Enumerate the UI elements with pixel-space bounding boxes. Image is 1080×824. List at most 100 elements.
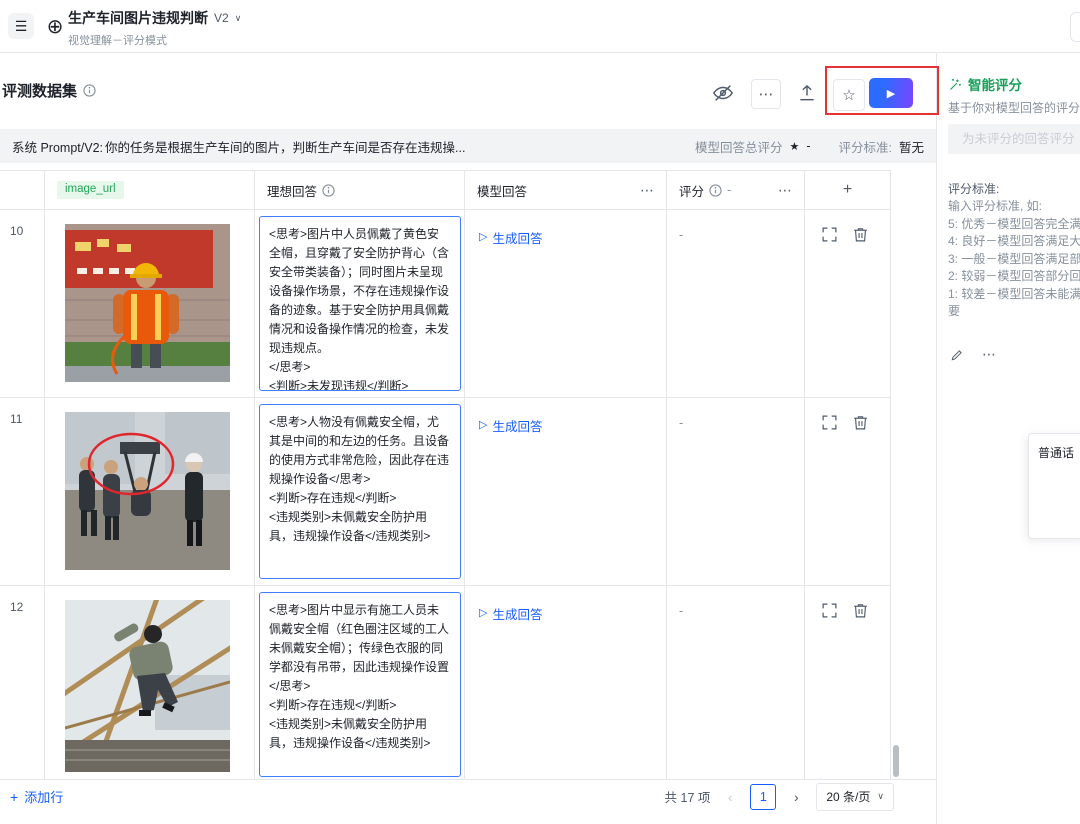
generate-answer-label: 生成回答 (492, 416, 542, 435)
chevron-down-icon: ∨ (877, 791, 884, 802)
hamburger-icon: ☰ (15, 18, 28, 35)
chevron-left-icon: ‹ (728, 789, 733, 805)
score-column-more-button[interactable]: ⋯ (778, 182, 792, 199)
row-index: 10 (0, 210, 44, 238)
system-prompt-text: 你的任务是根据生产车间的图片，判断生产车间是否存在违规操... (105, 137, 465, 156)
language-option[interactable]: 普通话 ∨ (1029, 434, 1080, 461)
table-scrollbar[interactable] (893, 209, 899, 779)
criteria-title: 评分标准: (948, 180, 999, 197)
dataset-more-button[interactable]: ⋯ (751, 79, 781, 109)
expand-icon (821, 602, 838, 619)
model-header-label: 模型回答 (477, 181, 527, 200)
col-add-header: + (805, 171, 891, 209)
score-header-dash: - (727, 183, 731, 197)
row-image-scaffold-worker[interactable] (65, 600, 230, 772)
edit-criteria-button[interactable] (950, 348, 964, 362)
trash-icon (852, 226, 869, 243)
ideal-answer-cell[interactable]: <思考>人物没有佩戴安全帽，尤其是中间的和左边的任务。且设备的使用方式非常危险，… (259, 404, 461, 579)
upload-button[interactable] (795, 81, 819, 105)
generate-answer-button[interactable]: ▷ 生成回答 (479, 228, 542, 247)
current-page-button[interactable]: 1 (750, 784, 776, 810)
language-label: 普通话 (1038, 444, 1074, 461)
expand-icon (821, 414, 838, 431)
total-count: 共 17 项 (665, 787, 711, 806)
table-row: 12 (0, 586, 891, 780)
play-outline-icon: ▷ (479, 420, 487, 431)
score-unrated-button[interactable]: 为未评分的回答评分 (948, 124, 1080, 154)
play-outline-icon: ▷ (479, 608, 487, 619)
run-button[interactable]: ▶ (869, 78, 913, 108)
dataset-title: 评测数据集 (2, 80, 96, 101)
smart-score-subtitle: 基于你对模型回答的评分标准, (948, 99, 1080, 116)
col-ideal-header: 理想回答 (255, 171, 465, 209)
expand-row-button[interactable] (821, 226, 838, 243)
criteria-actions: ⋯ (950, 346, 996, 363)
cutoff-header-button[interactable] (1070, 12, 1080, 42)
trash-icon (852, 414, 869, 431)
ideal-answer-cell[interactable]: <思考>图片中显示有施工人员未佩戴安全帽（红色圈注区域的工人未佩戴安全帽）；传绿… (259, 592, 461, 777)
new-doc-button[interactable]: ⊕ (42, 13, 68, 39)
page-subtitle: 视觉理解－评分模式 (68, 32, 241, 48)
page-size-select[interactable]: 20 条/页 ∨ (816, 783, 894, 811)
version-label: V2 (214, 11, 229, 25)
total-score-value: - (806, 139, 810, 153)
info-icon (83, 84, 96, 97)
score-header-label: 评分 (679, 181, 704, 200)
chevron-right-icon: › (794, 789, 799, 805)
eye-off-icon (712, 82, 734, 104)
dataset-title-label: 评测数据集 (2, 80, 77, 101)
system-prompt-bar[interactable]: 系统 Prompt/V2: 你的任务是根据生产车间的图片，判断生产车间是否存在违… (0, 129, 936, 163)
language-popup: 普通话 ∨ (1028, 433, 1080, 539)
image-url-tag: image_url (57, 181, 124, 199)
delete-row-button[interactable] (852, 602, 869, 619)
col-image-header: image_url (45, 171, 255, 209)
score-value: - (679, 228, 804, 242)
prev-page-button[interactable]: ‹ (718, 785, 742, 809)
next-page-button[interactable]: › (784, 785, 808, 809)
criteria-body: 输入评分标准, 如: 5: 优秀－模型回答完全满 4: 良好－模型回答满足大 3… (948, 198, 1080, 321)
info-icon (709, 184, 722, 197)
score-value: - (679, 416, 804, 430)
play-outline-icon: ▷ (479, 232, 487, 243)
col-index-header (0, 171, 45, 209)
ideal-header-label: 理想回答 (267, 181, 317, 200)
play-icon: ▶ (887, 87, 895, 100)
model-column-more-button[interactable]: ⋯ (640, 182, 654, 199)
hide-columns-button[interactable] (711, 81, 735, 105)
row-index: 11 (0, 398, 44, 426)
system-prompt-label: 系统 Prompt/V2: (12, 137, 103, 156)
delete-row-button[interactable] (852, 226, 869, 243)
col-model-header: 模型回答 ⋯ (465, 171, 667, 209)
total-score-label: 模型回答总评分 (695, 137, 783, 156)
table-row: 11 (0, 398, 891, 586)
favorite-button[interactable]: ☆ (833, 79, 865, 111)
upload-icon (797, 83, 817, 103)
plus-circle-icon: ⊕ (47, 14, 64, 39)
add-column-button[interactable]: + (843, 181, 852, 199)
data-table: image_url 理想回答 模型回答 ⋯ 评分 - ⋯ + (0, 170, 891, 780)
expand-row-button[interactable] (821, 602, 838, 619)
star-filled-icon: ★ (789, 140, 799, 153)
chevron-down-icon[interactable]: ∨ (235, 13, 242, 24)
title-block: 生产车间图片违规判断 V2 ∨ 视觉理解－评分模式 (68, 8, 241, 48)
expand-icon (821, 226, 838, 243)
menu-button[interactable]: ☰ (8, 13, 34, 39)
generate-answer-button[interactable]: ▷ 生成回答 (479, 416, 542, 435)
trash-icon (852, 602, 869, 619)
star-icon: ☆ (842, 86, 855, 104)
row-image-workers-machine[interactable] (65, 412, 230, 570)
col-score-header: 评分 - ⋯ (667, 171, 805, 209)
score-value: - (679, 604, 804, 618)
generate-answer-button[interactable]: ▷ 生成回答 (479, 604, 542, 623)
pencil-icon (950, 348, 964, 362)
page-size-label: 20 条/页 (826, 788, 870, 805)
row-image-worker-helmet-vest[interactable] (65, 224, 230, 382)
expand-row-button[interactable] (821, 414, 838, 431)
ideal-answer-cell[interactable]: <思考>图片中人员佩戴了黄色安全帽，且穿戴了安全防护背心（含安全带类装备）；同时… (259, 216, 461, 391)
delete-row-button[interactable] (852, 414, 869, 431)
table-row: 10 (0, 210, 891, 398)
add-row-button[interactable]: + 添加行 (10, 787, 63, 806)
wand-icon (948, 77, 963, 92)
scrollbar-thumb[interactable] (893, 745, 899, 777)
panel-more-button[interactable]: ⋯ (982, 346, 996, 363)
